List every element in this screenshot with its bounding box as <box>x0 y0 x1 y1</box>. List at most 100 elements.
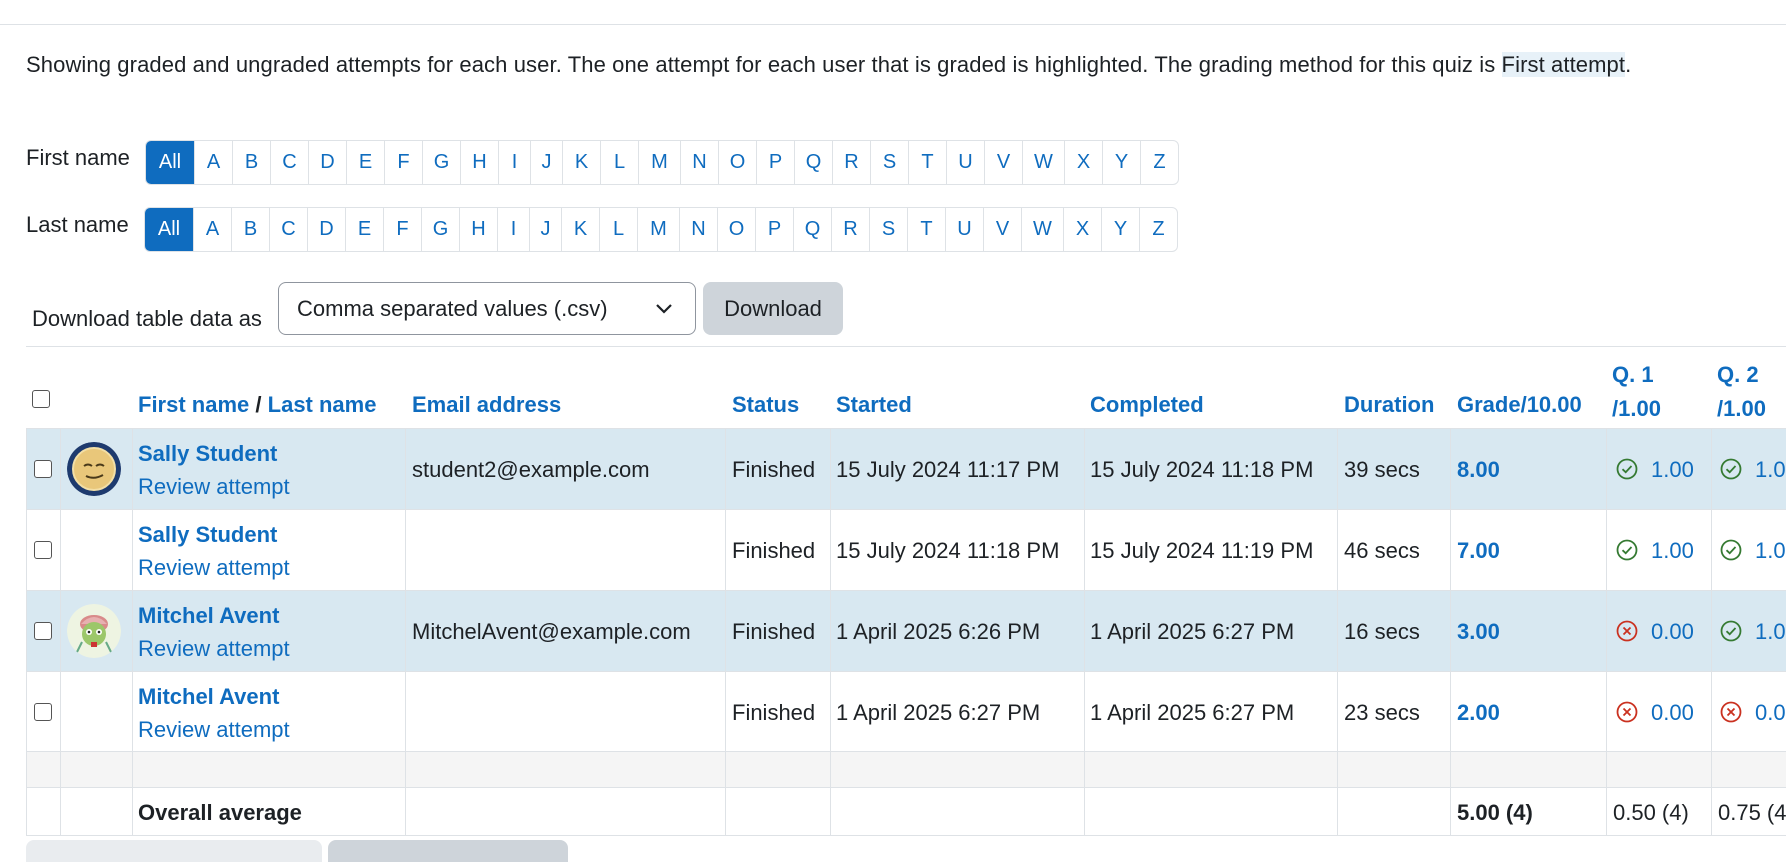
user-name-link[interactable]: Mitchel Avent <box>138 684 279 710</box>
correct-icon <box>1616 458 1638 480</box>
last-name-initial-s[interactable]: S <box>869 208 907 251</box>
grade-link[interactable]: 3.00 <box>1457 619 1500 645</box>
sort-status-link[interactable]: Status <box>732 392 799 418</box>
regrade-attempts-button[interactable] <box>328 840 568 862</box>
first-name-initial-v[interactable]: V <box>984 141 1022 184</box>
first-name-initial-b[interactable]: B <box>232 141 270 184</box>
first-name-initial-j[interactable]: J <box>530 141 562 184</box>
first-name-initial-l[interactable]: L <box>600 141 638 184</box>
q2-mark-link[interactable]: 1.00 <box>1755 538 1786 564</box>
q2-mark-link[interactable]: 0.00 <box>1755 700 1786 726</box>
grade-link[interactable]: 7.00 <box>1457 538 1500 564</box>
sort-first-name-link[interactable]: First name <box>138 392 249 417</box>
last-name-initial-all[interactable]: All <box>145 208 193 251</box>
q2-mark-link[interactable]: 1.00 <box>1755 619 1786 645</box>
last-name-initial-n[interactable]: N <box>679 208 717 251</box>
first-name-initial-h[interactable]: H <box>460 141 498 184</box>
last-name-initial-z[interactable]: Z <box>1139 208 1177 251</box>
row-select-checkbox[interactable] <box>34 703 52 721</box>
row-select-checkbox[interactable] <box>34 460 52 478</box>
download-button[interactable]: Download <box>703 282 843 335</box>
last-name-initial-o[interactable]: O <box>717 208 755 251</box>
last-name-initial-a[interactable]: A <box>193 208 231 251</box>
last-name-initial-p[interactable]: P <box>755 208 793 251</box>
first-name-initial-p[interactable]: P <box>756 141 794 184</box>
review-attempt-link[interactable]: Review attempt <box>138 636 290 662</box>
sort-email-link[interactable]: Email address <box>412 392 561 418</box>
first-name-initial-all[interactable]: All <box>146 141 194 184</box>
first-name-initial-w[interactable]: W <box>1022 141 1064 184</box>
first-name-initial-u[interactable]: U <box>946 141 984 184</box>
sort-completed-link[interactable]: Completed <box>1090 392 1204 418</box>
q1-mark-link[interactable]: 1.00 <box>1651 457 1694 483</box>
review-attempt-link[interactable]: Review attempt <box>138 555 290 581</box>
first-name-initial-o[interactable]: O <box>718 141 756 184</box>
sort-duration-link[interactable]: Duration <box>1344 392 1434 418</box>
user-name-link[interactable]: Mitchel Avent <box>138 603 279 629</box>
column-border <box>1711 428 1712 836</box>
first-name-initial-r[interactable]: R <box>832 141 870 184</box>
first-name-initial-k[interactable]: K <box>562 141 600 184</box>
review-attempt-link[interactable]: Review attempt <box>138 717 290 743</box>
row-select-checkbox[interactable] <box>34 622 52 640</box>
last-name-initial-c[interactable]: C <box>269 208 307 251</box>
first-name-initial-a[interactable]: A <box>194 141 232 184</box>
last-name-initial-k[interactable]: K <box>561 208 599 251</box>
q1-mark-link[interactable]: 0.00 <box>1651 619 1694 645</box>
first-name-initial-q[interactable]: Q <box>794 141 832 184</box>
last-name-initial-v[interactable]: V <box>983 208 1021 251</box>
last-name-initial-t[interactable]: T <box>907 208 945 251</box>
first-name-initial-e[interactable]: E <box>346 141 384 184</box>
last-name-initial-d[interactable]: D <box>307 208 345 251</box>
sort-q1-link[interactable]: Q. 1 /1.00 <box>1612 358 1661 426</box>
last-name-initial-e[interactable]: E <box>345 208 383 251</box>
column-border <box>405 428 406 836</box>
row-select-checkbox[interactable] <box>34 541 52 559</box>
last-name-initial-w[interactable]: W <box>1021 208 1063 251</box>
first-name-initial-n[interactable]: N <box>680 141 718 184</box>
first-name-initial-d[interactable]: D <box>308 141 346 184</box>
email-cell: MitchelAvent@example.com <box>412 619 691 644</box>
avatar[interactable] <box>67 604 121 658</box>
sort-started-link[interactable]: Started <box>836 392 912 418</box>
first-name-initial-i[interactable]: I <box>498 141 530 184</box>
grade-link[interactable]: 2.00 <box>1457 700 1500 726</box>
sort-last-name-link[interactable]: Last name <box>268 392 377 417</box>
first-name-initial-x[interactable]: X <box>1064 141 1102 184</box>
q1-mark-link[interactable]: 1.00 <box>1651 538 1694 564</box>
q2-mark-link[interactable]: 1.00 <box>1755 457 1786 483</box>
last-name-initial-h[interactable]: H <box>459 208 497 251</box>
last-name-initial-f[interactable]: F <box>383 208 421 251</box>
download-format-value: Comma separated values (.csv) <box>297 295 608 321</box>
sort-q2-link[interactable]: Q. 2 /1.00 <box>1717 358 1766 426</box>
last-name-initial-m[interactable]: M <box>637 208 679 251</box>
select-all-checkbox[interactable] <box>32 390 50 408</box>
first-name-initial-c[interactable]: C <box>270 141 308 184</box>
last-name-initial-r[interactable]: R <box>831 208 869 251</box>
last-name-initial-x[interactable]: X <box>1063 208 1101 251</box>
last-name-initial-u[interactable]: U <box>945 208 983 251</box>
last-name-initial-y[interactable]: Y <box>1101 208 1139 251</box>
first-name-initial-s[interactable]: S <box>870 141 908 184</box>
download-format-select[interactable]: Comma separated values (.csv) <box>278 282 696 335</box>
user-name-link[interactable]: Sally Student <box>138 441 277 467</box>
first-name-initial-f[interactable]: F <box>384 141 422 184</box>
sort-grade-link[interactable]: Grade/10.00 <box>1457 392 1582 418</box>
user-name-link[interactable]: Sally Student <box>138 522 277 548</box>
first-name-initial-g[interactable]: G <box>422 141 460 184</box>
q1-mark-link[interactable]: 0.00 <box>1651 700 1694 726</box>
first-name-initial-z[interactable]: Z <box>1140 141 1178 184</box>
last-name-initial-q[interactable]: Q <box>793 208 831 251</box>
last-name-initial-g[interactable]: G <box>421 208 459 251</box>
first-name-initial-m[interactable]: M <box>638 141 680 184</box>
avatar[interactable] <box>67 442 121 496</box>
review-attempt-link[interactable]: Review attempt <box>138 474 290 500</box>
last-name-initial-b[interactable]: B <box>231 208 269 251</box>
delete-selected-attempts-button[interactable] <box>26 840 322 862</box>
last-name-initial-i[interactable]: I <box>497 208 529 251</box>
first-name-initial-t[interactable]: T <box>908 141 946 184</box>
grade-link[interactable]: 8.00 <box>1457 457 1500 483</box>
last-name-initial-l[interactable]: L <box>599 208 637 251</box>
last-name-initial-j[interactable]: J <box>529 208 561 251</box>
first-name-initial-y[interactable]: Y <box>1102 141 1140 184</box>
